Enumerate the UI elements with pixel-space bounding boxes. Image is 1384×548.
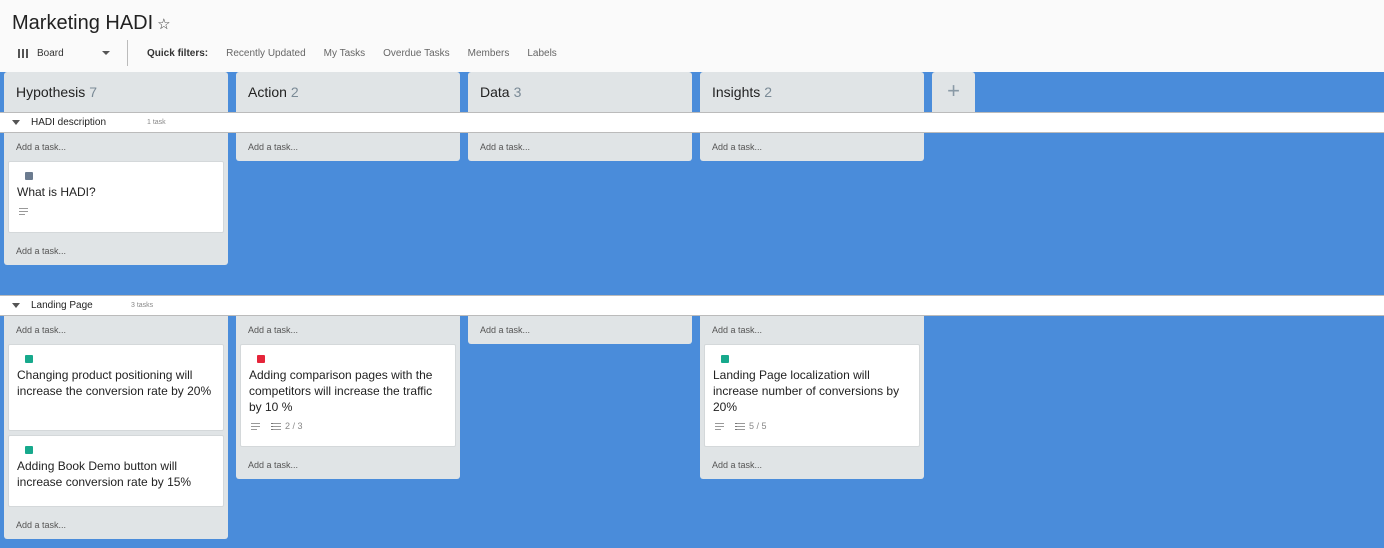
checklist-progress: 2 / 3 [285,421,303,431]
description-icon [251,422,260,430]
add-task-link[interactable]: Add a task... [4,237,228,265]
card-meta [17,206,215,216]
column-header-action[interactable]: Action 2 [236,72,460,112]
add-task-link[interactable]: Add a task... [468,316,692,344]
cell-insights: Add a task... [700,133,924,161]
cell-action: Add a task... Adding comparison pages wi… [236,316,460,479]
cell-hypothesis: Add a task... What is HADI? Add a task..… [4,133,228,265]
add-task-link[interactable]: Add a task... [700,316,924,344]
column-header-insights[interactable]: Insights 2 [700,72,924,112]
swimlane-landing-page[interactable]: Landing Page 3 tasks [0,295,1384,316]
filter-labels[interactable]: Labels [527,48,556,59]
card-title: Changing product positioning will increa… [17,368,212,398]
task-card[interactable]: What is HADI? [8,161,224,233]
collapse-caret-icon [12,303,20,308]
cell-insights: Add a task... Landing Page localization … [700,316,924,479]
card-title: Adding comparison pages with the competi… [249,368,433,414]
card-meta: 2 / 3 [249,421,447,431]
column-name: Insights [712,84,761,100]
card-meta: 5 / 5 [713,421,911,431]
checklist-progress: 5 / 5 [749,421,767,431]
column-header-hypothesis[interactable]: Hypothesis 7 [4,72,228,112]
task-card[interactable]: Adding Book Demo button will increase co… [8,435,224,507]
cell-action: Add a task... [236,133,460,161]
column-header-data[interactable]: Data 3 [468,72,692,112]
column-name: Hypothesis [16,84,86,100]
quick-filters-label: Quick filters: [147,47,209,59]
card-title: Landing Page localization will increase … [713,368,900,414]
board-header: Marketing HADI ☆ Board Quick filters: Re… [0,0,1384,72]
card-title: Adding Book Demo button will increase co… [17,459,192,489]
column-count: 2 [764,84,773,100]
card-label-color [25,446,33,454]
card-label-color [721,355,729,363]
swimlane-count: 1 task [147,119,166,126]
add-task-link[interactable]: Add a task... [700,133,924,161]
collapse-caret-icon [12,120,20,125]
column-name: Action [248,84,287,100]
swimlane-hadi-description[interactable]: HADI description 1 task [0,112,1384,133]
description-icon [715,422,724,430]
column-count: 2 [290,84,299,100]
filter-members[interactable]: Members [468,48,510,59]
filter-overdue-tasks[interactable]: Overdue Tasks [383,48,450,59]
add-task-link[interactable]: Add a task... [236,451,460,479]
chevron-down-icon [101,51,110,55]
add-task-link[interactable]: Add a task... [236,316,460,344]
add-task-link[interactable]: Add a task... [4,133,228,161]
task-card[interactable]: Landing Page localization will increase … [704,344,920,447]
view-select-label: Board [37,47,64,59]
card-label-color [257,355,265,363]
card-label-color [25,172,33,180]
card-title: What is HADI? [17,185,96,199]
card-label-color [25,355,33,363]
swimlane-count: 3 tasks [131,302,154,309]
column-count: 3 [513,84,522,100]
cell-data: Add a task... [468,316,692,344]
filter-recently-updated[interactable]: Recently Updated [226,48,306,59]
view-select[interactable]: Board [0,40,128,66]
add-task-link[interactable]: Add a task... [700,451,924,479]
swimlane-name: HADI description [31,117,107,128]
add-task-link[interactable]: Add a task... [236,133,460,161]
column-name: Data [480,84,510,100]
board-title: Marketing HADI [12,12,154,34]
checklist-icon [271,422,281,430]
description-icon [19,207,28,215]
star-icon[interactable]: ☆ [157,15,170,33]
add-task-link[interactable]: Add a task... [4,511,228,539]
filter-my-tasks[interactable]: My Tasks [324,48,366,59]
add-column-button[interactable]: + [932,72,975,112]
title-row: Marketing HADI ☆ [12,12,171,35]
board-view-icon [18,48,28,58]
task-card[interactable]: Adding comparison pages with the competi… [240,344,456,447]
column-count: 7 [89,84,98,100]
add-task-link[interactable]: Add a task... [4,316,228,344]
task-card[interactable]: Changing product positioning will increa… [8,344,224,431]
toolbar: Board Quick filters: Recently Updated My… [0,40,557,66]
swimlane-name: Landing Page [31,300,93,311]
cell-hypothesis: Add a task... Changing product positioni… [4,316,228,539]
checklist-icon [735,422,745,430]
cell-data: Add a task... [468,133,692,161]
add-task-link[interactable]: Add a task... [468,133,692,161]
